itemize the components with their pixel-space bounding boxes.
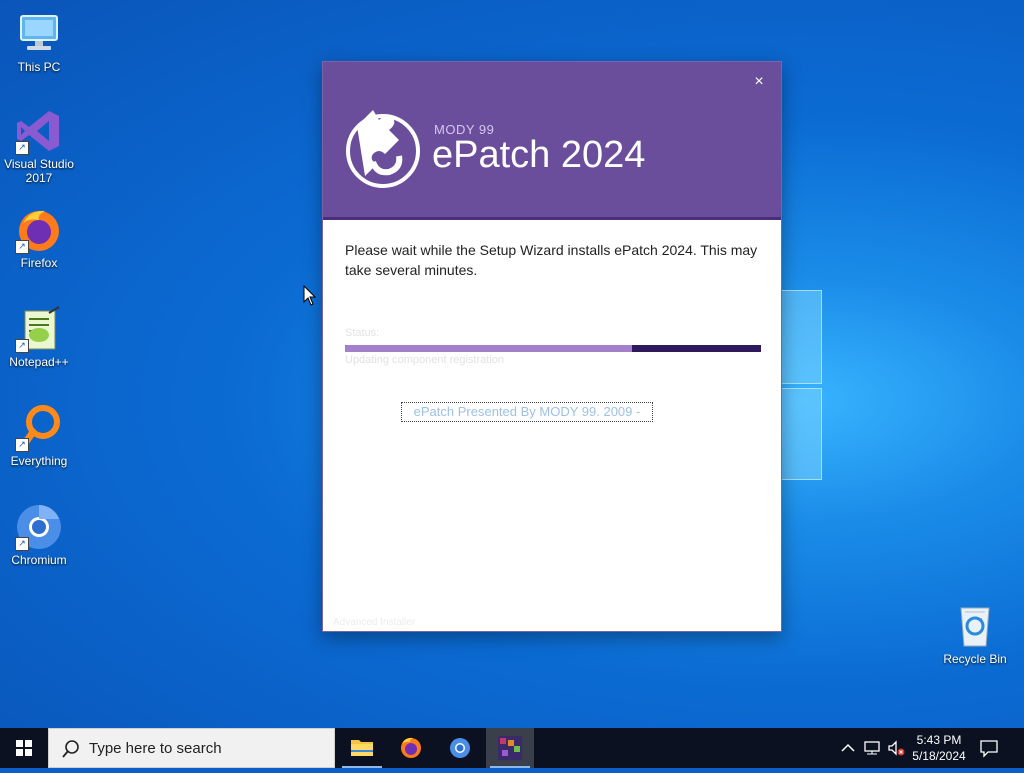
status-label: Status: <box>345 327 380 339</box>
desktop-icon-notepadpp[interactable]: ↗ Notepad++ <box>1 305 77 369</box>
clock-time: 5:43 PM <box>916 733 962 747</box>
progress-bar-fill <box>345 345 633 352</box>
desktop-icon-label: Everything <box>10 454 68 468</box>
desktop-icon-label: Notepad++ <box>9 355 69 369</box>
network-icon[interactable] <box>862 738 882 758</box>
shortcut-arrow-icon: ↗ <box>15 339 29 353</box>
taskbar-app-file-explorer[interactable] <box>338 728 386 768</box>
close-button[interactable]: × <box>749 72 769 92</box>
shortcut-arrow-icon: ↗ <box>15 240 29 254</box>
chromium-icon <box>450 738 470 758</box>
install-message: Please wait while the Setup Wizard insta… <box>345 242 758 278</box>
everything-icon: ↗ <box>15 404 63 452</box>
desktop-icon-recycle-bin[interactable]: Recycle Bin <box>937 602 1013 666</box>
search-icon <box>62 740 79 758</box>
desktop-icon-visual-studio[interactable]: ↗ Visual Studio 2017 <box>1 107 77 185</box>
desktop-icon-firefox[interactable]: ↗ Firefox <box>1 206 77 270</box>
installer-footer-text: Advanced Installer <box>333 617 416 628</box>
shortcut-arrow-icon: ↗ <box>15 141 29 155</box>
puzzle-logo-icon <box>346 110 420 188</box>
visual-studio-icon: ↗ <box>15 107 63 155</box>
presented-by-link[interactable]: ePatch Presented By MODY 99. 2009 - <box>401 402 653 422</box>
desktop-icon-label: Firefox <box>20 256 58 270</box>
progress-bar <box>345 345 761 352</box>
firefox-icon: ↗ <box>15 206 63 254</box>
desktop-icon-label: Recycle Bin <box>943 652 1007 666</box>
desktop: This PC ↗ Visual Studio 2017 ↗ Firefox ↗… <box>0 0 1024 728</box>
volume-muted-icon[interactable] <box>886 738 906 758</box>
shortcut-arrow-icon: ↗ <box>15 438 29 452</box>
taskbar-app-firefox[interactable] <box>387 728 435 768</box>
folder-icon <box>351 740 373 756</box>
windows-start-icon <box>16 740 32 756</box>
clock-date: 5/18/2024 <box>912 749 966 763</box>
taskbar-search-box[interactable]: Type here to search <box>48 728 335 768</box>
desktop-icon-this-pc[interactable]: This PC <box>1 10 77 74</box>
this-pc-icon <box>15 10 63 58</box>
taskbar-app-epatch-setup[interactable] <box>486 728 534 768</box>
taskbar-app-chromium[interactable] <box>436 728 484 768</box>
shortcut-arrow-icon: ↗ <box>15 537 29 551</box>
status-detail: Updating component registration <box>345 354 504 366</box>
taskbar: Type here to search 5:43 PM 5/18/2024 <box>0 728 1024 768</box>
desktop-icon-label: This PC <box>17 60 61 74</box>
start-button[interactable] <box>0 728 48 768</box>
desktop-icon-chromium[interactable]: ↗ Chromium <box>1 503 77 567</box>
recycle-bin-icon <box>951 602 999 650</box>
desktop-icon-label: Chromium <box>11 553 67 567</box>
desktop-icon-label: Visual Studio 2017 <box>4 157 74 185</box>
search-placeholder: Type here to search <box>89 740 222 757</box>
notepadpp-icon: ↗ <box>15 305 63 353</box>
firefox-icon <box>401 737 421 758</box>
chevron-up-icon[interactable] <box>838 738 858 758</box>
product-title: ePatch 2024 <box>432 134 646 176</box>
setup-wizard-dialog: × MODY 99 ePatch 2024 Please wait while … <box>322 61 782 632</box>
dialog-header: × MODY 99 ePatch 2024 <box>323 62 781 220</box>
notification-center-icon[interactable] <box>978 738 1000 758</box>
desktop-icon-everything[interactable]: ↗ Everything <box>1 404 77 468</box>
epatch-setup-icon <box>498 736 522 760</box>
taskbar-clock[interactable]: 5:43 PM 5/18/2024 <box>908 732 970 764</box>
mouse-pointer-icon <box>303 285 317 306</box>
chromium-icon: ↗ <box>15 503 63 551</box>
